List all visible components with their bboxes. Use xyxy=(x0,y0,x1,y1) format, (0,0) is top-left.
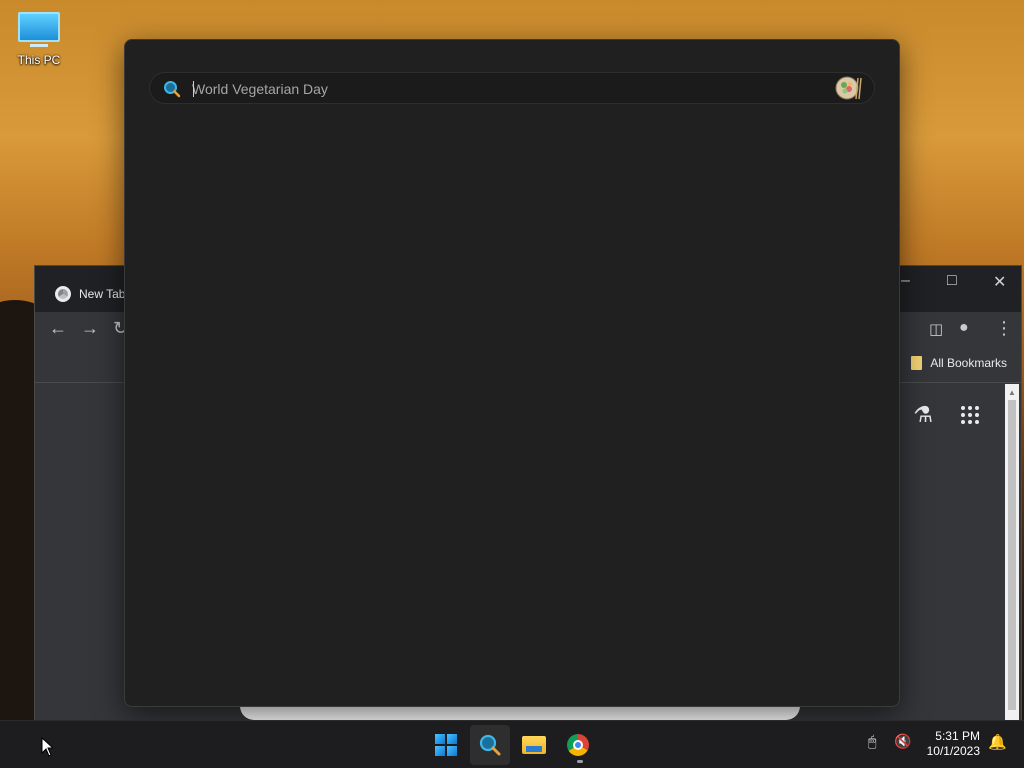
profile-icon[interactable]: ● xyxy=(959,319,969,337)
clock[interactable]: 5:31 PM 10/1/2023 xyxy=(927,729,980,759)
file-explorer-button[interactable] xyxy=(514,725,554,765)
start-button[interactable] xyxy=(426,725,466,765)
more-menu-icon[interactable]: ⋮ xyxy=(995,318,1013,339)
chrome-tab-icon xyxy=(55,286,71,302)
desktop-icon-this-pc[interactable]: This PC xyxy=(10,10,68,67)
clock-date: 10/1/2023 xyxy=(926,744,980,758)
desktop-icon-label: This PC xyxy=(17,53,61,67)
forward-arrow-icon[interactable]: → xyxy=(81,318,99,339)
vegetarian-bowl-icon[interactable] xyxy=(834,75,864,101)
computer-icon xyxy=(18,12,60,42)
scroll-thumb[interactable] xyxy=(1008,400,1016,710)
network-icon[interactable]: 🖱 xyxy=(868,733,876,750)
scroll-up-icon[interactable]: ▲ xyxy=(1008,388,1016,397)
text-caret xyxy=(193,81,194,97)
back-arrow-icon[interactable]: ← xyxy=(49,318,67,339)
labs-flask-icon[interactable]: ⚗ xyxy=(913,402,933,428)
maximize-icon[interactable]: □ xyxy=(947,272,957,290)
bookmarks-bar[interactable]: All Bookmarks xyxy=(911,356,1007,370)
search-icon xyxy=(479,734,501,756)
close-icon[interactable]: ✕ xyxy=(993,272,1006,292)
chrome-icon xyxy=(567,734,589,756)
apps-grid-icon[interactable] xyxy=(961,406,979,424)
volume-muted-icon[interactable]: 🔇 xyxy=(894,733,911,750)
search-icon xyxy=(164,81,181,98)
all-bookmarks-label: All Bookmarks xyxy=(930,356,1007,370)
running-indicator xyxy=(577,760,583,763)
start-icon xyxy=(435,734,457,756)
side-panel-icon[interactable]: ◫ xyxy=(929,320,943,338)
chrome-taskbar-button[interactable] xyxy=(558,725,598,765)
clock-time: 5:31 PM xyxy=(935,729,980,743)
file-explorer-icon xyxy=(522,736,546,754)
taskbar: 🖱 🔇 5:31 PM 10/1/2023 🔔 xyxy=(0,720,1024,768)
search-input[interactable] xyxy=(192,77,812,101)
search-box[interactable] xyxy=(149,72,875,104)
windows-search-panel xyxy=(124,39,900,707)
folder-icon xyxy=(911,356,923,370)
taskbar-search-button[interactable] xyxy=(470,725,510,765)
tab-title: New Tab xyxy=(79,287,126,301)
minimize-icon[interactable]: – xyxy=(901,272,910,290)
page-scrollbar[interactable]: ▲ xyxy=(1005,384,1019,720)
notification-bell-icon[interactable]: 🔔 xyxy=(988,733,1007,751)
mouse-cursor-icon xyxy=(41,737,53,757)
